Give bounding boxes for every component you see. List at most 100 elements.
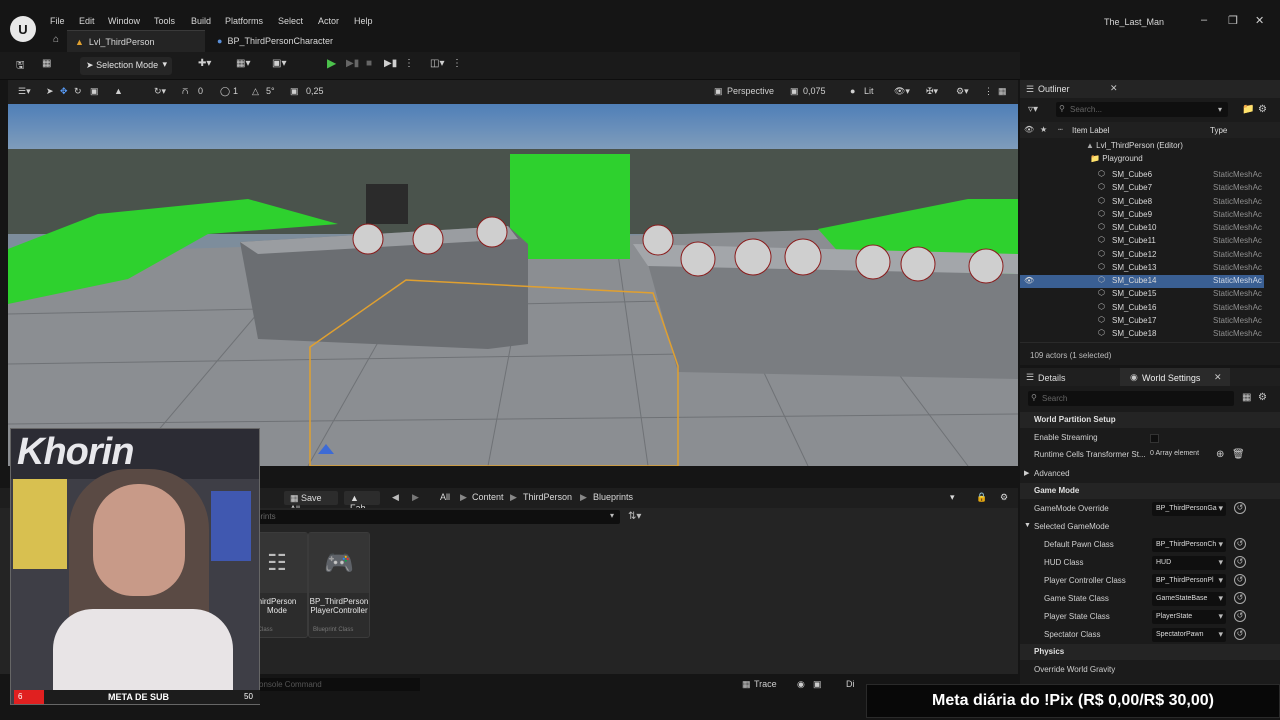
asset-search-input[interactable]: prints ▾: [250, 510, 620, 524]
tab-details[interactable]: Details: [1038, 373, 1066, 383]
reset-icon[interactable]: ↺: [1234, 574, 1246, 586]
filter-icon[interactable]: ▿▾: [1028, 104, 1038, 115]
eject-icon[interactable]: ▶▮: [384, 58, 397, 69]
outliner-row[interactable]: ⬡ SM_Cube6 StaticMeshAc: [1020, 169, 1264, 182]
stop-icon[interactable]: ■: [366, 58, 372, 69]
pin-icon[interactable]: ★: [1040, 125, 1047, 134]
viewport-options-icon[interactable]: ⋮: [984, 86, 993, 97]
outliner-row[interactable]: ⬡ SM_Cube12 StaticMeshAc: [1020, 249, 1264, 262]
close-icon[interactable]: ✕: [1255, 14, 1264, 27]
lock-icon[interactable]: ┄: [1058, 125, 1063, 134]
derived-data-label[interactable]: Di: [846, 679, 855, 689]
rotation-snap-value[interactable]: 1: [233, 86, 238, 96]
grid-snap-value[interactable]: 0: [198, 86, 203, 96]
lighting-mode-dropdown[interactable]: Lit: [864, 86, 874, 96]
player-controller-select[interactable]: BP_ThirdPersonPl: [1152, 574, 1226, 588]
step-icon[interactable]: ▶▮: [346, 58, 359, 69]
menu-edit[interactable]: Edit: [79, 16, 95, 26]
item-label-header[interactable]: Item Label: [1072, 126, 1109, 135]
close-icon[interactable]: ✕: [1110, 83, 1118, 94]
outliner-search-input[interactable]: ⚲ Search...: [1056, 102, 1228, 117]
outliner-row[interactable]: 👁 ⬡ SM_Cube14 StaticMeshAc: [1020, 275, 1264, 288]
hud-class-select[interactable]: HUD: [1152, 556, 1226, 570]
level-viewport[interactable]: [8, 104, 1018, 466]
world-local-icon[interactable]: ↻▾: [154, 86, 166, 97]
save-all-button[interactable]: ▦ Save All: [284, 491, 338, 514]
menu-tools[interactable]: Tools: [154, 16, 175, 26]
reset-icon[interactable]: ↺: [1234, 538, 1246, 550]
tab-level[interactable]: ▲ Lvl_ThirdPerson: [67, 30, 205, 52]
view-mode-dropdown[interactable]: Perspective: [727, 86, 774, 96]
outliner-row[interactable]: ⬡ SM_Cube17 StaticMeshAc: [1020, 315, 1264, 328]
reset-icon[interactable]: ↺: [1234, 610, 1246, 622]
outliner-row[interactable]: ⬡ SM_Cube8 StaticMeshAc: [1020, 196, 1264, 209]
trace-icon[interactable]: ▦: [742, 679, 751, 690]
prop-selected-gamemode[interactable]: ▼ Selected GameMode: [1020, 518, 1280, 536]
unreal-logo-icon[interactable]: U: [10, 16, 36, 42]
menu-help[interactable]: Help: [354, 16, 373, 26]
reset-icon[interactable]: ↺: [1234, 556, 1246, 568]
mode-icon[interactable]: ▦: [42, 58, 51, 69]
details-search-input[interactable]: ⚲ Search: [1028, 391, 1234, 406]
breadcrumb-blueprints[interactable]: Blueprints: [593, 492, 633, 502]
player-state-select[interactable]: PlayerState: [1152, 610, 1226, 624]
fab-button[interactable]: ▲ Fab: [344, 491, 380, 513]
trash-icon[interactable]: 🗑: [1232, 449, 1245, 460]
scale-tool-icon[interactable]: ▣: [90, 86, 99, 97]
play-options-icon[interactable]: ⋮: [404, 58, 414, 69]
perspective-icon[interactable]: ▣: [714, 86, 723, 97]
minimize-icon[interactable]: –: [1201, 14, 1207, 26]
trace-dropdown[interactable]: Trace: [754, 679, 777, 689]
layout-icon[interactable]: ▦: [998, 86, 1007, 97]
close-icon[interactable]: ✕: [1214, 372, 1222, 383]
viewport-menu-icon[interactable]: ☰▾: [18, 86, 31, 97]
path-dropdown-icon[interactable]: ▾: [950, 492, 955, 503]
rotate-tool-icon[interactable]: ↻: [74, 86, 82, 97]
angle-snap-icon[interactable]: △: [252, 86, 259, 97]
reset-icon[interactable]: ↺: [1234, 592, 1246, 604]
lock-icon[interactable]: 🔒: [976, 492, 987, 503]
enable-streaming-checkbox[interactable]: [1150, 434, 1159, 443]
section-world-partition[interactable]: World Partition Setup: [1020, 412, 1280, 428]
section-physics[interactable]: Physics: [1020, 644, 1280, 660]
outliner-row[interactable]: ⬡ SM_Cube16 StaticMeshAc: [1020, 302, 1264, 315]
add-actor-icon[interactable]: ✚▾: [198, 58, 211, 69]
play-icon[interactable]: ▶: [327, 56, 336, 70]
visibility-icon[interactable]: 👁: [1024, 276, 1034, 285]
scale-snap-value[interactable]: 0,25: [306, 86, 324, 96]
viewport-settings-icon[interactable]: ⚙▾: [956, 86, 969, 97]
visibility-icon[interactable]: 👁: [1024, 125, 1034, 134]
outliner-row[interactable]: ⬡ SM_Cube18 StaticMeshAc: [1020, 328, 1264, 341]
camera-speed-icon[interactable]: ▣: [790, 86, 799, 97]
outliner-row[interactable]: ⬡ SM_Cube13 StaticMeshAc: [1020, 262, 1264, 275]
tab-blueprint[interactable]: ● BP_ThirdPersonCharacter: [209, 30, 389, 52]
show-icon[interactable]: 👁▾: [894, 86, 910, 97]
breadcrumb-content[interactable]: Content: [472, 492, 504, 502]
menu-file[interactable]: File: [50, 16, 65, 26]
outliner-settings-icon[interactable]: ⚙: [1258, 104, 1267, 115]
camera-speed-value[interactable]: 0,075: [803, 86, 826, 96]
screenshot-icon[interactable]: ▣: [813, 679, 822, 690]
add-folder-icon[interactable]: 📁: [1242, 104, 1254, 115]
breadcrumb-thirdperson[interactable]: ThirdPerson: [523, 492, 572, 502]
default-pawn-select[interactable]: BP_ThirdPersonCh: [1152, 538, 1226, 552]
gamemode-override-select[interactable]: BP_ThirdPersonGa: [1152, 502, 1226, 516]
outliner-folder[interactable]: 📁 Playground: [1090, 154, 1143, 163]
reset-icon[interactable]: ↺: [1234, 628, 1246, 640]
outliner-row[interactable]: ⬡ SM_Cube7 StaticMeshAc: [1020, 182, 1264, 195]
spectator-select[interactable]: SpectatorPawn: [1152, 628, 1226, 642]
property-matrix-icon[interactable]: ▦: [1242, 392, 1251, 403]
sort-icon[interactable]: ⇅▾: [628, 511, 641, 522]
outliner-row[interactable]: ⬡ SM_Cube15 StaticMeshAc: [1020, 288, 1264, 301]
selection-mode-dropdown[interactable]: ➤ Selection Mode ▾: [80, 57, 172, 75]
asset-playercontroller[interactable]: 🎮 BP_ThirdPerson PlayerController Bluepr…: [308, 532, 370, 638]
add-element-icon[interactable]: ⊕: [1216, 449, 1224, 460]
realtime-icon[interactable]: ✠▾: [926, 86, 938, 97]
record-icon[interactable]: ◉: [797, 679, 805, 690]
menu-select[interactable]: Select: [278, 16, 303, 26]
console-input[interactable]: onsole Command: [255, 678, 420, 691]
outliner-row[interactable]: ⬡ SM_Cube9 StaticMeshAc: [1020, 209, 1264, 222]
settings-more-icon[interactable]: ⋮: [452, 58, 462, 69]
tab-world-settings[interactable]: ◉ World Settings ✕: [1120, 368, 1230, 386]
history-forward-icon[interactable]: ▶: [412, 492, 419, 503]
